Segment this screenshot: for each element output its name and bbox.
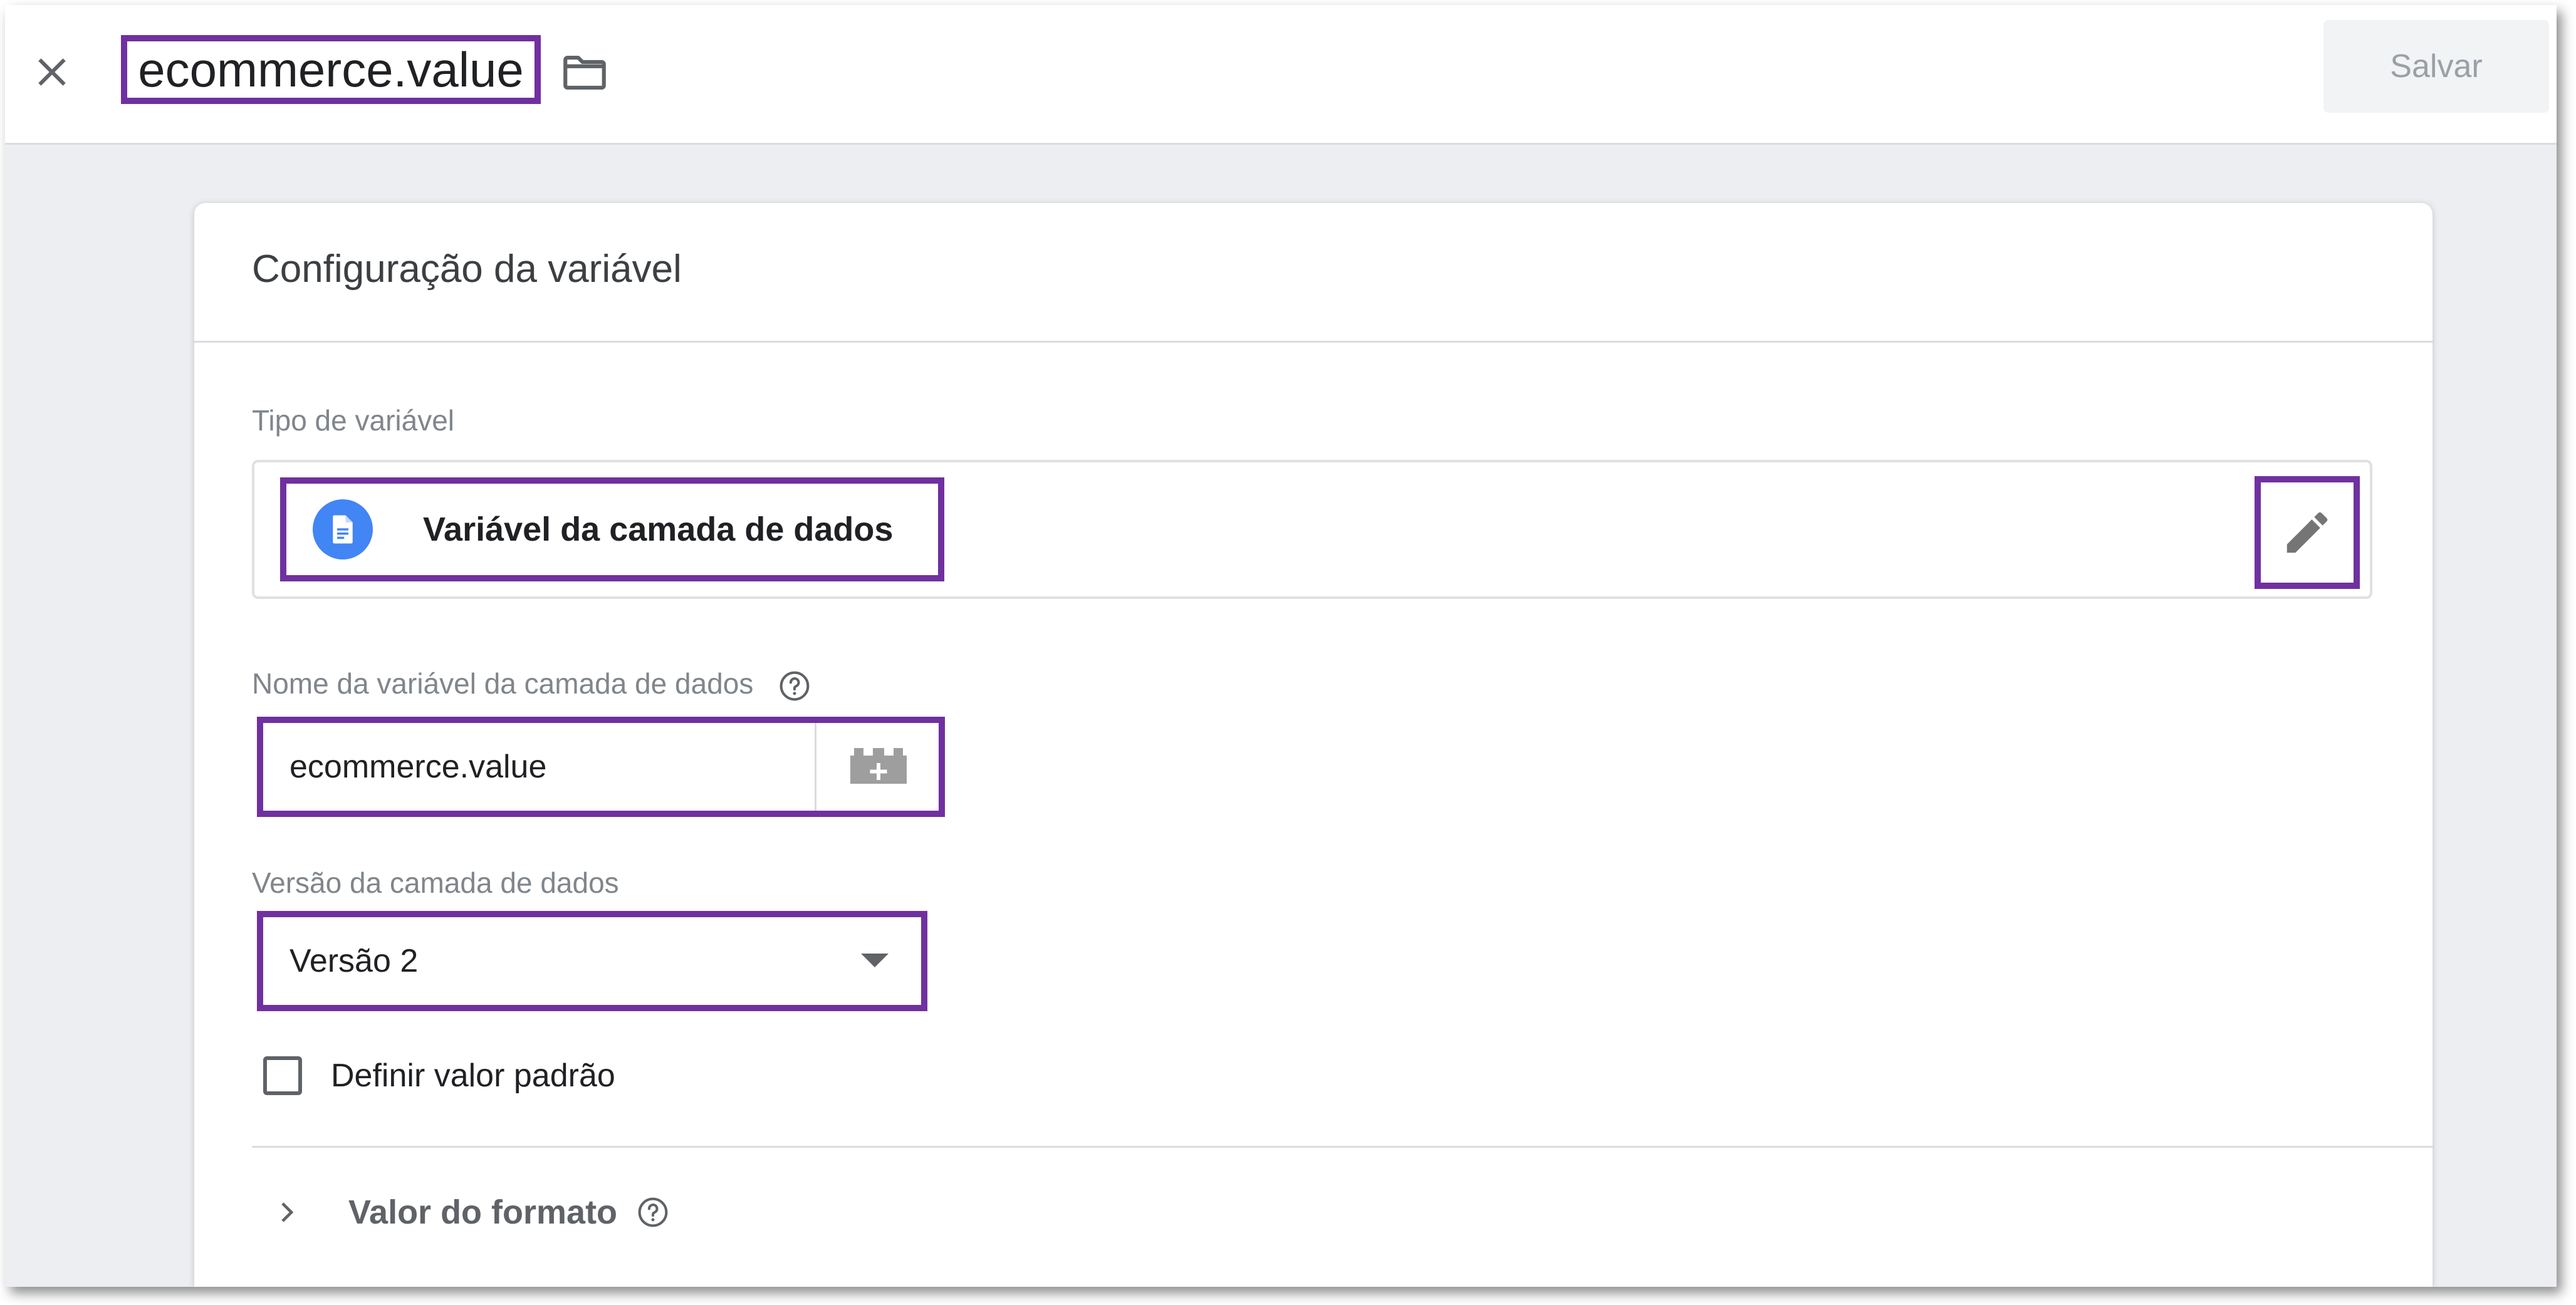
datalayer-name-field [257, 717, 945, 817]
edit-variable-type-button[interactable] [2255, 476, 2360, 589]
card-header-divider [194, 341, 2433, 343]
chevron-right-icon [281, 1202, 294, 1222]
help-icon[interactable] [636, 1195, 670, 1229]
datalayer-version-value: Versão 2 [289, 943, 419, 979]
default-value-label: Definir valor padrão [331, 1058, 615, 1094]
variable-type-selection[interactable]: Variável da camada de dados [280, 477, 944, 581]
dropdown-caret-icon [861, 954, 889, 967]
variable-name-title[interactable]: ecommerce.value [121, 35, 541, 104]
default-value-option[interactable]: Definir valor padrão [263, 1056, 615, 1095]
datalayer-version-select[interactable]: Versão 2 [257, 911, 927, 1011]
default-value-checkbox[interactable] [263, 1056, 302, 1095]
help-icon[interactable] [778, 669, 811, 703]
card-title: Configuração da variável [252, 247, 682, 291]
datalayer-name-label: Nome da variável da camada de dados [252, 667, 811, 703]
close-icon [38, 58, 66, 86]
variable-type-name: Variável da camada de dados [423, 511, 894, 548]
screenshot-frame: ecommerce.value Salvar Configuração da v… [5, 5, 2557, 1287]
variable-type-label: Tipo de variável [252, 404, 455, 437]
close-button[interactable] [24, 44, 80, 100]
pencil-icon [2287, 512, 2328, 553]
datalayer-name-label-text: Nome da variável da camada de dados [252, 667, 754, 700]
folder-button[interactable] [553, 41, 616, 104]
document-icon [313, 499, 373, 559]
variable-picker-icon [850, 748, 907, 784]
variable-picker-button[interactable] [815, 723, 941, 811]
format-value-expander[interactable]: Valor do formato [269, 1193, 670, 1232]
variable-configuration-card: Configuração da variável Tipo de variáve… [194, 203, 2433, 1287]
datalayer-name-input[interactable] [263, 723, 815, 811]
header-bar: ecommerce.value Salvar [5, 5, 2557, 145]
section-divider [252, 1146, 2433, 1148]
save-button[interactable]: Salvar [2323, 20, 2549, 113]
datalayer-version-label: Versão da camada de dados [252, 866, 619, 899]
folder-icon [563, 56, 606, 90]
format-value-label: Valor do formato [348, 1193, 618, 1231]
